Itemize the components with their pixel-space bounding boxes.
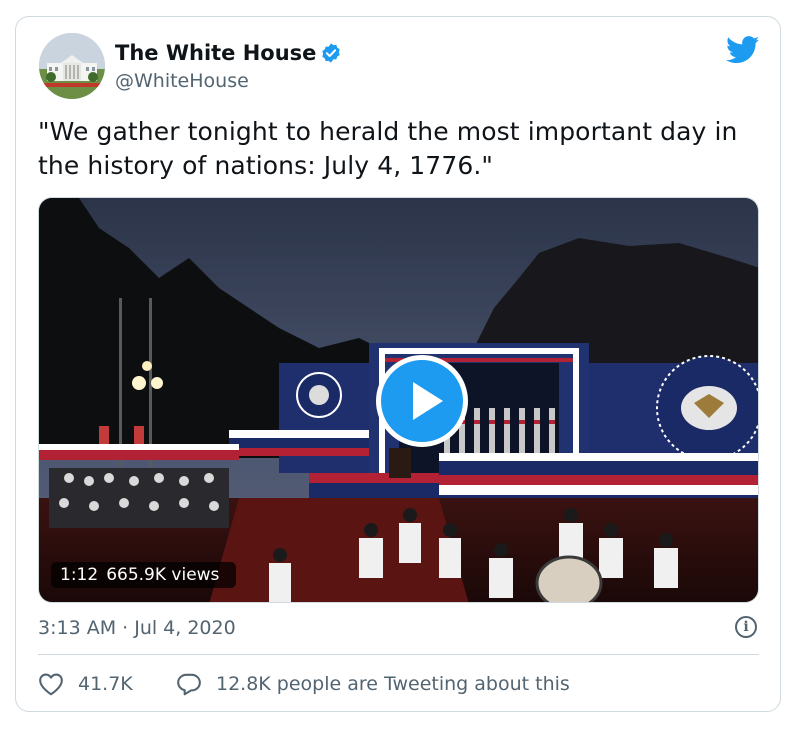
white-house-avatar-image xyxy=(39,33,105,99)
author-handle[interactable]: @WhiteHouse xyxy=(115,68,249,94)
verified-badge-icon xyxy=(322,43,340,63)
author-name[interactable]: The White House xyxy=(115,40,316,66)
heart-icon xyxy=(39,673,63,696)
video-player[interactable]: 1:12 665.9K views xyxy=(38,197,759,603)
twitter-bird-icon[interactable] xyxy=(726,36,760,64)
speech-bubble-icon xyxy=(177,673,201,696)
tweet-timestamp[interactable]: 3:13 AM · Jul 4, 2020 xyxy=(38,615,236,641)
video-views: 665.9K views xyxy=(106,565,220,585)
tweet-text: "We gather tonight to herald the most im… xyxy=(38,117,738,180)
like-count: 41.7K xyxy=(78,673,133,695)
play-icon[interactable] xyxy=(376,355,468,447)
avatar[interactable] xyxy=(39,33,105,99)
conversation-text: 12.8K people are Tweeting about this xyxy=(216,673,570,695)
info-icon[interactable]: i xyxy=(735,616,757,638)
video-duration: 1:12 xyxy=(60,565,99,585)
video-stats-overlay: 1:12 665.9K views xyxy=(51,562,237,588)
tweet-card[interactable]: The White House @WhiteHouse "We gather t… xyxy=(15,16,781,712)
divider xyxy=(38,654,759,655)
